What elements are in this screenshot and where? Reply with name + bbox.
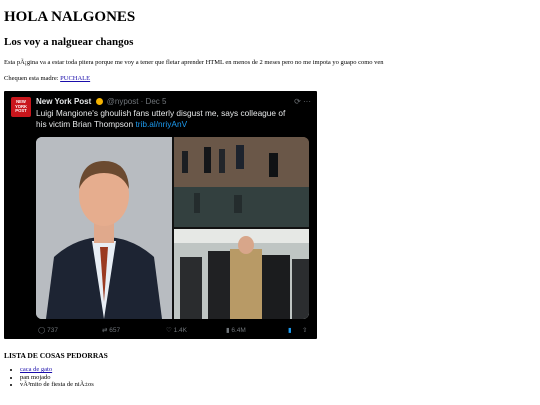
list-item: caca de gato <box>20 366 536 374</box>
tweet-author[interactable]: New York Post <box>36 97 91 106</box>
tweet-embed[interactable]: NEW YORK POST New York Post @nypost · De… <box>4 91 317 339</box>
refresh-icon[interactable]: ⟳ <box>294 97 301 106</box>
tweet-text: Luigi Mangione's ghoulish fans utterly d… <box>36 108 296 130</box>
retweet-action[interactable]: ⇄ 657 <box>102 326 120 334</box>
like-action[interactable]: ♡ 1.4K <box>166 326 187 334</box>
tweet-handle[interactable]: @nypost · Dec 5 <box>107 97 167 106</box>
puchale-link[interactable]: PUCHALE <box>60 75 90 82</box>
courthouse-photo[interactable] <box>174 229 309 319</box>
portrait-photo[interactable] <box>36 137 172 319</box>
page-subtitle: Los voy a nalguear changos <box>4 36 134 48</box>
list-item: vÃ³mito de fiesta de niÃ±os <box>20 381 536 389</box>
verified-badge-icon <box>95 98 103 105</box>
reply-count: 737 <box>47 327 58 334</box>
heart-icon: ♡ <box>166 327 172 334</box>
tweet-link[interactable]: trib.al/nriyAnV <box>135 119 187 129</box>
reply-icon: ◯ <box>38 327 46 334</box>
tweet-header: NEW YORK POST New York Post @nypost · De… <box>11 97 311 133</box>
list-item-link[interactable]: caca de gato <box>20 366 52 373</box>
check-prefix: Chequen esta madre: <box>4 75 61 82</box>
retweet-count: 657 <box>109 327 121 334</box>
share-icon[interactable]: ⇧ <box>302 326 307 334</box>
tweet-media[interactable] <box>36 137 309 319</box>
like-count: 1.4K <box>173 327 188 334</box>
things-list: caca de gato pan mojado vÃ³mito de fiest… <box>4 366 536 389</box>
more-options-icon[interactable]: ··· <box>303 97 311 106</box>
views-icon: ▮ <box>226 327 230 334</box>
intro-paragraph: Esta pÃ¡gina va a estar toda pitera porq… <box>4 59 384 66</box>
check-line: Chequen esta madre: PUCHALE <box>4 75 536 83</box>
list-item: pan mojado <box>20 374 536 382</box>
page-container: HOLA NALGONES Los voy a nalguear changos… <box>0 0 540 389</box>
nypost-avatar[interactable]: NEW YORK POST <box>11 97 31 117</box>
tweet-actions: ◯ 737 ⇄ 657 ♡ 1.4K ▮ 6.4M ▮ ⇧ <box>36 326 309 336</box>
list-title: LISTA DE COSAS PEDORRAS <box>4 351 108 360</box>
retweet-icon: ⇄ <box>102 327 108 334</box>
views-count: 6.4M <box>231 327 246 334</box>
views-action[interactable]: ▮ 6.4M <box>226 326 246 334</box>
bookmark-icon[interactable]: ▮ <box>288 326 292 334</box>
reply-action[interactable]: ◯ 737 <box>38 326 58 334</box>
tweet-author-row: New York Post @nypost · Dec 5 <box>36 97 166 106</box>
lake-search-photo[interactable] <box>174 137 309 227</box>
page-title: HOLA NALGONES <box>4 9 136 25</box>
tweet-header-icons: ⟳ ··· <box>294 97 311 106</box>
